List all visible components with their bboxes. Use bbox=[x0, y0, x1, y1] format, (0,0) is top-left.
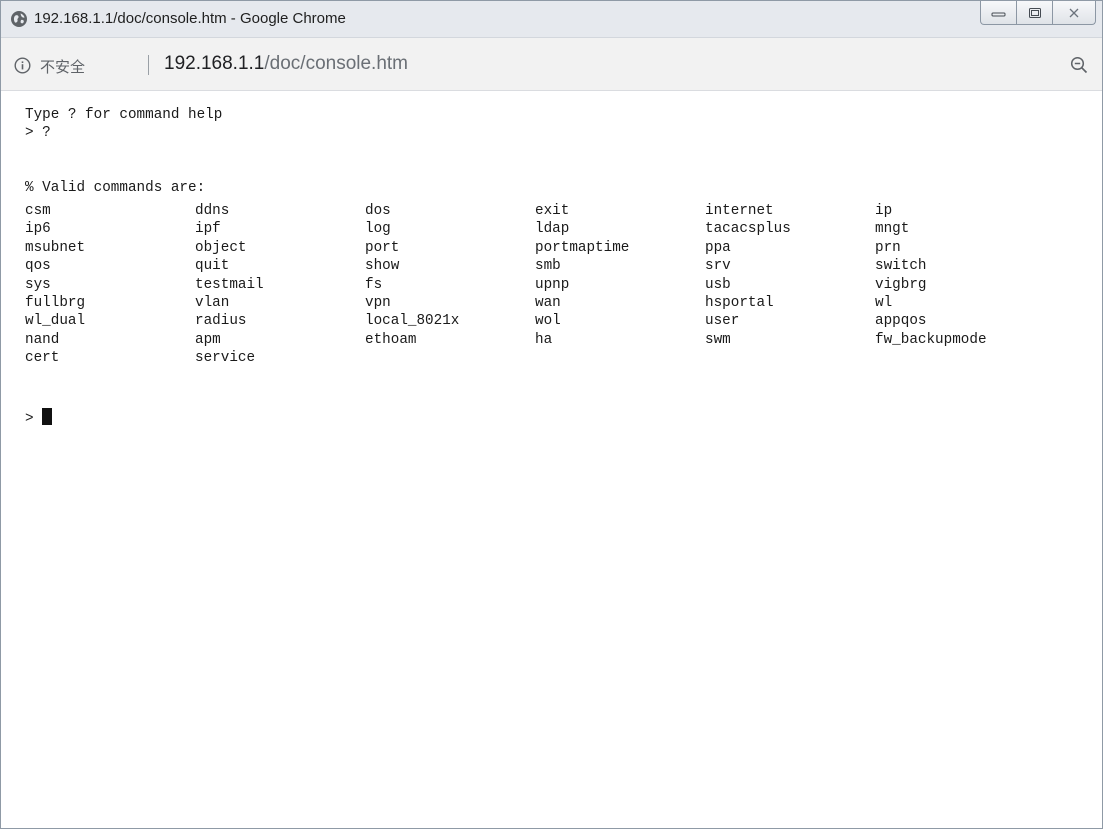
command-item: wan bbox=[535, 294, 561, 311]
command-item: tacacsplus bbox=[705, 221, 791, 238]
close-icon bbox=[1069, 8, 1079, 17]
command-item: fw_backupmode bbox=[875, 331, 987, 348]
title-bar[interactable]: 192.168.1.1/doc/console.htm - Google Chr… bbox=[1, 1, 1102, 38]
zoom-out-icon[interactable] bbox=[1070, 56, 1088, 74]
url-field[interactable]: 192.168.1.1/doc/console.htm bbox=[164, 53, 408, 75]
command-item: ldap bbox=[535, 221, 570, 238]
command-item: ethoam bbox=[365, 331, 417, 348]
address-separator bbox=[148, 55, 149, 75]
command-item: smb bbox=[535, 258, 561, 275]
command-list: csm ddns dos exit internet ip ip6 ipf lo… bbox=[25, 202, 1045, 368]
command-item: wl_dual bbox=[25, 313, 86, 330]
command-item: exit bbox=[535, 203, 570, 219]
command-item: ip6 bbox=[25, 221, 51, 238]
command-item: mngt bbox=[875, 221, 910, 238]
command-item: vlan bbox=[195, 294, 230, 311]
url-host: 192.168.1.1 bbox=[164, 53, 265, 74]
command-item: radius bbox=[195, 313, 247, 330]
command-item: ddns bbox=[195, 203, 230, 219]
command-item: user bbox=[705, 313, 740, 330]
command-item: local_8021x bbox=[365, 313, 460, 330]
url-path: /doc/console.htm bbox=[264, 53, 409, 74]
valid-commands-header: % Valid commands are: bbox=[25, 180, 206, 196]
command-item: qos bbox=[25, 258, 51, 275]
command-item: sys bbox=[25, 276, 51, 293]
command-item: csm bbox=[25, 203, 51, 219]
window-controls bbox=[980, 1, 1096, 25]
command-item: port bbox=[365, 239, 400, 256]
command-item: wl bbox=[875, 294, 893, 311]
command-item: msubnet bbox=[25, 239, 86, 256]
info-icon[interactable] bbox=[14, 57, 31, 74]
command-item: swm bbox=[705, 331, 731, 348]
console-output[interactable]: Type ? for command help > ? % Valid comm… bbox=[1, 91, 1102, 828]
command-item: service bbox=[195, 350, 256, 367]
command-item: vpn bbox=[365, 294, 391, 311]
command-item: dos bbox=[365, 203, 391, 219]
command-item: testmail bbox=[195, 276, 264, 293]
command-item: upnp bbox=[535, 276, 570, 293]
command-item: internet bbox=[705, 203, 774, 219]
command-item: object bbox=[195, 239, 247, 256]
input-line[interactable]: > bbox=[25, 408, 53, 428]
maximize-icon bbox=[1028, 7, 1041, 18]
command-item: quit bbox=[195, 258, 230, 275]
command-item: nand bbox=[25, 331, 60, 348]
address-bar: 不安全 192.168.1.1/doc/console.htm bbox=[1, 38, 1102, 91]
command-item: log bbox=[365, 221, 391, 238]
help-line: Type ? for command help bbox=[25, 107, 223, 123]
globe-icon bbox=[11, 11, 27, 27]
command-item: prn bbox=[875, 239, 901, 256]
command-item: cert bbox=[25, 350, 60, 367]
command-item: show bbox=[365, 258, 400, 275]
security-status-label[interactable]: 不安全 bbox=[40, 56, 85, 77]
command-item: apm bbox=[195, 331, 221, 348]
maximize-button[interactable] bbox=[1016, 1, 1053, 25]
command-item: switch bbox=[875, 258, 927, 275]
minimize-button[interactable] bbox=[980, 1, 1017, 25]
command-item: ipf bbox=[195, 221, 221, 238]
command-item: srv bbox=[705, 258, 731, 275]
command-item: fullbrg bbox=[25, 294, 86, 311]
window-title: 192.168.1.1/doc/console.htm - Google Chr… bbox=[34, 10, 346, 27]
command-item: hsportal bbox=[705, 294, 774, 311]
command-item: ppa bbox=[705, 239, 731, 256]
command-item: ip bbox=[875, 203, 893, 219]
text-cursor bbox=[42, 408, 53, 425]
browser-window: 192.168.1.1/doc/console.htm - Google Chr… bbox=[0, 0, 1103, 829]
minimize-icon bbox=[991, 12, 1005, 16]
command-item: fs bbox=[365, 276, 383, 293]
command-item: appqos bbox=[875, 313, 927, 330]
command-item: ha bbox=[535, 331, 553, 348]
input-prompt: > bbox=[25, 411, 43, 427]
prompt-line: > ? bbox=[25, 125, 51, 141]
close-button[interactable] bbox=[1052, 1, 1096, 25]
command-item: vigbrg bbox=[875, 276, 927, 293]
command-item: portmaptime bbox=[535, 239, 630, 256]
command-item: usb bbox=[705, 276, 731, 293]
command-item: wol bbox=[535, 313, 561, 330]
